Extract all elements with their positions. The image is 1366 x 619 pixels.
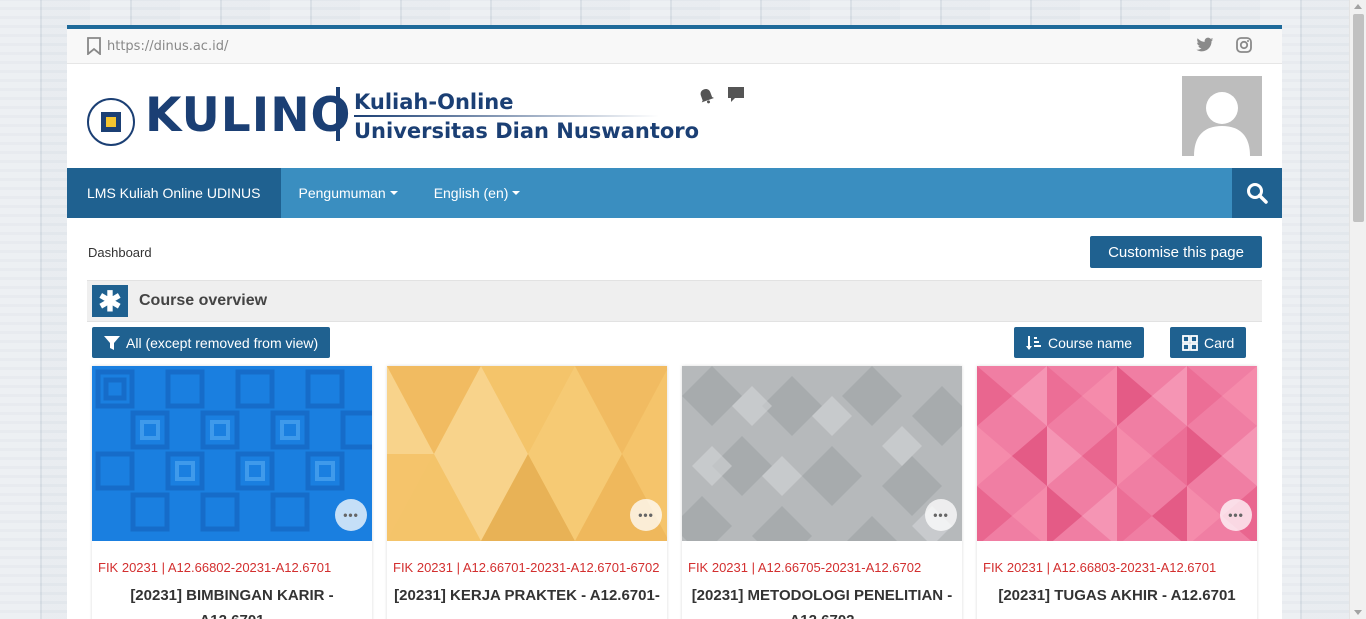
grid-icon <box>1182 334 1198 351</box>
search-button[interactable] <box>1232 168 1282 218</box>
scroll-down-arrow[interactable] <box>1354 610 1362 615</box>
user-placeholder-icon <box>1194 92 1250 156</box>
nav-item-label: English (en) <box>433 185 509 201</box>
logo-subtitle-2: Universitas Dian Nuswantoro <box>354 119 700 143</box>
filter-icon <box>104 335 120 350</box>
nav-item-label: LMS Kuliah Online UDINUS <box>87 185 261 201</box>
breadcrumb-row: Dashboard Customise this page <box>67 218 1282 280</box>
social-links <box>1196 37 1252 53</box>
pattern-triangles <box>977 366 1257 541</box>
logo-divider <box>336 87 340 141</box>
instagram-icon[interactable] <box>1236 37 1252 53</box>
course-category: FIK 20231 | A12.66803-20231-A12.6701 <box>983 560 1217 575</box>
sort-dropdown-button[interactable]: Course name <box>1014 327 1145 358</box>
main-navbar: LMS Kuliah Online UDINUS Pengumuman Engl… <box>67 168 1282 218</box>
view-dropdown-button[interactable]: Card <box>1170 327 1247 358</box>
course-category: FIK 20231 | A12.66701-20231-A12.6701-670… <box>393 560 660 575</box>
nav-item-language[interactable]: English (en) <box>416 168 539 218</box>
search-icon <box>1247 183 1268 204</box>
course-actions-menu[interactable]: ••• <box>925 499 957 531</box>
course-name[interactable]: [20231] TUGAS AKHIR - A12.6701 <box>977 580 1257 608</box>
course-name[interactable]: [20231] BIMBINGAN KARIR - A12.6701 <box>92 580 372 619</box>
course-card[interactable]: ••• FIK 20231 | A12.66701-20231-A12.6701… <box>387 366 667 619</box>
header-icons <box>697 86 745 104</box>
nav-item-label: Pengumuman <box>298 185 386 201</box>
site-url-link[interactable]: https://dinus.ac.id/ <box>107 39 228 54</box>
kulino-logo-text[interactable]: KULINO <box>145 88 351 143</box>
nav-item-pengumuman[interactable]: Pengumuman <box>281 168 416 218</box>
course-image[interactable]: ••• <box>387 366 667 541</box>
block-header: ✱ Course overview <box>87 280 1262 322</box>
course-card[interactable]: ••• FIK 20231 | A12.66802-20231-A12.6701… <box>92 366 372 619</box>
course-overview-block: ✱ Course overview All (except removed fr… <box>87 280 1262 619</box>
course-image[interactable]: ••• <box>92 366 372 541</box>
bookmark-icon <box>87 37 101 55</box>
messages-icon[interactable] <box>727 86 745 104</box>
pattern-diamonds <box>682 366 962 541</box>
notification-bell-icon[interactable] <box>697 86 715 104</box>
course-image[interactable]: ••• <box>977 366 1257 541</box>
logo-underline <box>354 115 659 117</box>
page-scrollbar[interactable] <box>1349 0 1366 619</box>
twitter-icon[interactable] <box>1196 37 1214 53</box>
nav-item-home[interactable]: LMS Kuliah Online UDINUS <box>67 168 281 218</box>
course-card[interactable]: ••• FIK 20231 | A12.66705-20231-A12.6702… <box>682 366 962 619</box>
user-avatar[interactable] <box>1182 76 1262 156</box>
block-title: Course overview <box>139 292 268 309</box>
course-category: FIK 20231 | A12.66705-20231-A12.6702 <box>688 560 922 575</box>
logo-subtitle-1: Kuliah-Online <box>354 90 514 114</box>
chevron-down-icon <box>389 191 398 195</box>
top-bar: https://dinus.ac.id/ <box>67 29 1282 64</box>
pattern-triangles <box>387 366 667 541</box>
sort-label: Course name <box>1048 334 1133 351</box>
customise-page-button[interactable]: Customise this page <box>1090 236 1262 268</box>
course-name[interactable]: [20231] KERJA PRAKTEK - A12.6701- <box>387 580 667 608</box>
breadcrumb[interactable]: Dashboard <box>88 245 152 260</box>
filter-dropdown-button[interactable]: All (except removed from view) <box>92 327 331 358</box>
course-actions-menu[interactable]: ••• <box>335 499 367 531</box>
course-name[interactable]: [20231] METODOLOGI PENELITIAN - A12.6702 <box>682 580 962 619</box>
university-seal-logo <box>87 98 135 146</box>
asterisk-icon: ✱ <box>92 285 128 317</box>
course-actions-menu[interactable]: ••• <box>1220 499 1252 531</box>
view-label: Card <box>1204 334 1235 351</box>
course-actions-menu[interactable]: ••• <box>630 499 662 531</box>
course-card[interactable]: ••• FIK 20231 | A12.66803-20231-A12.6701… <box>977 366 1257 619</box>
filter-label: All (except removed from view) <box>126 334 319 351</box>
sort-icon <box>1026 335 1041 350</box>
scroll-thumb[interactable] <box>1353 14 1364 222</box>
scroll-up-arrow[interactable] <box>1354 4 1362 9</box>
site-header: KULINO Kuliah-Online Universitas Dian Nu… <box>67 64 1282 168</box>
course-image[interactable]: ••• <box>682 366 962 541</box>
pattern-squares <box>95 369 372 532</box>
course-category: FIK 20231 | A12.66802-20231-A12.6701 <box>98 560 332 575</box>
course-cards: ••• FIK 20231 | A12.66802-20231-A12.6701… <box>92 366 1257 619</box>
course-controls: All (except removed from view) Course na… <box>87 322 1262 364</box>
page-container: https://dinus.ac.id/ KULINO Kuliah-Onlin… <box>67 25 1282 619</box>
chevron-down-icon <box>512 191 521 195</box>
